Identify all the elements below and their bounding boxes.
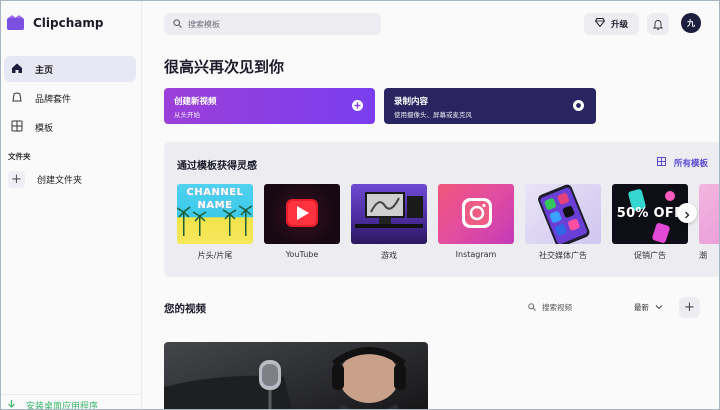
plus-icon: + xyxy=(684,300,695,315)
video-search-placeholder: 搜索视频 xyxy=(542,303,572,312)
sidebar: Clipchamp 主页 品牌套件 模板 文件夹 + 创建文件夹 安装桌面应用程… xyxy=(1,1,142,410)
template-label: 片头/片尾 xyxy=(197,251,233,260)
template-thumbnail: CHANNEL NAME xyxy=(177,184,253,244)
page-title: 很高兴再次见到你 xyxy=(164,58,285,76)
all-templates-link[interactable]: 所有模板 xyxy=(657,157,708,169)
template-label: Instagram xyxy=(455,250,497,259)
template-label: 促销广告 xyxy=(634,251,666,260)
search-icon xyxy=(173,18,182,30)
template-label: YouTube xyxy=(285,250,319,259)
sidebar-item-brand-kit[interactable]: 品牌套件 xyxy=(4,85,136,111)
instagram-logo-icon xyxy=(462,198,492,228)
sidebar-item-label: 主页 xyxy=(35,65,54,76)
record-icon xyxy=(573,100,584,111)
install-desktop-app-link[interactable]: 安装桌面应用程序 xyxy=(7,399,99,410)
video-thumbnail[interactable] xyxy=(164,342,428,409)
bell-icon xyxy=(652,15,664,34)
create-folder-button[interactable]: + 创建文件夹 xyxy=(8,171,82,188)
app-window: Clipchamp 主页 品牌套件 模板 文件夹 + 创建文件夹 安装桌面应用程… xyxy=(0,0,720,410)
template-thumbnail xyxy=(525,184,601,244)
sidebar-item-templates[interactable]: 模板 xyxy=(4,114,136,140)
notifications-button[interactable] xyxy=(647,13,669,35)
chevron-down-icon xyxy=(655,303,663,312)
create-video-subtitle: 从头开始 xyxy=(174,111,200,119)
record-content-card[interactable]: 录制内容 使用摄像头、屏幕或麦克风 xyxy=(384,88,596,124)
template-thumbnail xyxy=(699,184,719,244)
user-avatar[interactable]: 九 xyxy=(681,13,701,33)
create-folder-label: 创建文件夹 xyxy=(37,176,83,186)
sidebar-item-label: 模板 xyxy=(35,123,54,134)
template-label: 潮 xyxy=(699,251,707,260)
clipchamp-logo-icon xyxy=(7,15,25,31)
app-logo[interactable]: Clipchamp xyxy=(7,15,103,31)
home-icon xyxy=(11,62,23,77)
template-card-youtube[interactable]: YouTube xyxy=(264,184,340,259)
download-icon xyxy=(7,399,16,410)
plus-icon: + xyxy=(8,171,25,188)
video-search-input[interactable]: 搜索视频 xyxy=(528,302,572,313)
brand-kit-icon xyxy=(11,91,23,106)
template-label: 社交媒体广告 xyxy=(539,251,587,260)
add-video-button[interactable]: + xyxy=(679,297,700,318)
folders-heading: 文件夹 xyxy=(8,152,31,161)
template-card-social-ads[interactable]: 社交媒体广告 xyxy=(525,184,601,261)
template-label: 游戏 xyxy=(381,251,397,260)
create-video-title: 创建新视频 xyxy=(174,97,217,107)
thumbnail-text: CHANNEL NAME xyxy=(186,187,244,211)
grid-icon xyxy=(657,157,666,169)
sidebar-item-label: 品牌套件 xyxy=(35,94,72,105)
templates-heading: 通过模板获得灵感 xyxy=(177,161,257,172)
template-card-intro-outro[interactable]: CHANNEL NAME 片头/片尾 xyxy=(177,184,253,261)
templates-panel: 通过模板获得灵感 所有模板 CHANNEL NAME 片头/片尾 YouTube… xyxy=(164,142,719,277)
all-templates-label: 所有模板 xyxy=(674,159,709,169)
template-thumbnail xyxy=(264,184,340,244)
template-card-promo-ads[interactable]: 50% OFF 促销广告 xyxy=(612,184,688,261)
template-card-gaming[interactable]: 游戏 xyxy=(351,184,427,261)
next-templates-button[interactable] xyxy=(677,203,697,223)
sort-dropdown[interactable]: 最新 xyxy=(634,302,663,313)
template-card-partial[interactable]: 潮 xyxy=(699,184,719,261)
template-thumbnail xyxy=(351,184,427,244)
diamond-icon xyxy=(594,18,606,30)
templates-icon xyxy=(11,120,23,135)
upgrade-button[interactable]: 升级 xyxy=(584,13,639,35)
search-icon xyxy=(528,302,536,313)
divider xyxy=(1,394,142,395)
sidebar-item-home[interactable]: 主页 xyxy=(4,56,136,82)
template-card-instagram[interactable]: Instagram xyxy=(438,184,514,259)
record-subtitle: 使用摄像头、屏幕或麦克风 xyxy=(394,111,472,119)
your-videos-heading: 您的视频 xyxy=(164,303,206,315)
template-search-input[interactable]: 搜索模板 xyxy=(164,13,381,35)
chevron-right-icon xyxy=(683,204,691,223)
create-new-video-card[interactable]: 创建新视频 从头开始 xyxy=(164,88,375,124)
search-placeholder: 搜索模板 xyxy=(188,19,220,29)
record-title: 录制内容 xyxy=(394,97,429,107)
template-thumbnail xyxy=(438,184,514,244)
app-name: Clipchamp xyxy=(33,16,104,30)
youtube-logo-icon xyxy=(286,199,318,227)
upgrade-label: 升级 xyxy=(610,20,628,30)
plus-circle-icon xyxy=(352,100,363,111)
video-preview-image xyxy=(164,347,407,409)
sort-label: 最新 xyxy=(634,303,649,312)
install-desktop-app-label: 安装桌面应用程序 xyxy=(26,402,99,410)
